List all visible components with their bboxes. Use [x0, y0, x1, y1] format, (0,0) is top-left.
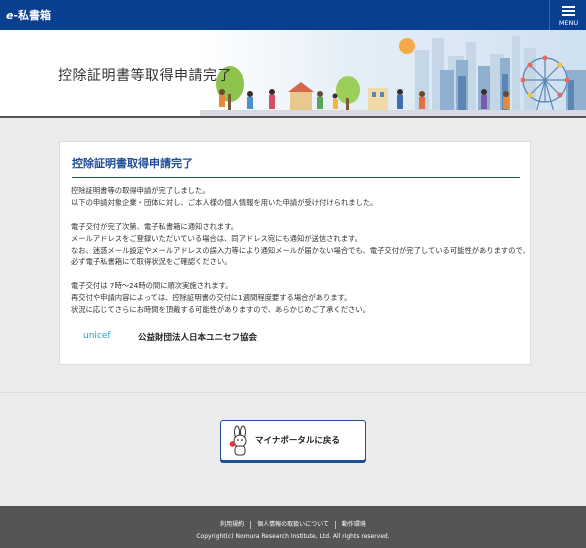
message-line: 以下の申請対象企業・団体に対し、ご本人様の個人情報を用いた申請が受け付けられまし…: [71, 197, 378, 207]
message-line: 必ず電子私書箱にて取得状況をご確認ください。: [71, 257, 232, 267]
page-footer: 利用規約 個人情報の取扱いについて 動作環境 Copyright(c) Nomura…: [0, 506, 586, 548]
privacy-link[interactable]: 個人情報の取扱いについて: [251, 521, 335, 528]
message-line: 電子交付は 7時〜24時の間に順次実施されます。: [71, 281, 233, 290]
mynaportal-mascot-icon: [229, 425, 247, 456]
unicef-logo: unicef: [83, 331, 111, 341]
section-divider: [0, 392, 586, 393]
message-line: 再交付や申請内容によっては、控除証明書の交付に1週間程度要する場合があります。: [71, 292, 352, 302]
copyright: Copyright(c) Nomura Research Institute, …: [196, 533, 390, 540]
page-title: 控除証明書等取得申請完了: [58, 68, 232, 84]
app-header: e-私書箱 MENU: [0, 0, 586, 30]
message-line: 電子交付が完了次第、電子私書箱に通知されます。: [71, 222, 239, 231]
organization-name: 公益財団法人日本ユニセフ協会: [138, 333, 258, 343]
message-line: 状況に応じてさらにお時間を頂戴する可能性がありますので、あらかじめご了承ください…: [71, 304, 370, 314]
completion-card: 控除証明書取得申請完了 控除証明書等の取得申請が完了しました。 以下の申請対象企…: [59, 141, 531, 365]
return-button-label: マイナポータルに戻る: [255, 436, 340, 446]
schedule-message: 電子交付は 7時〜24時の間に順次実施されます。 再交付や申請内容によっては、控…: [71, 280, 526, 315]
notification-message: 電子交付が完了次第、電子私書箱に通知されます。 メールアドレスをご登録いただいて…: [71, 221, 530, 268]
menu-button[interactable]: MENU: [549, 0, 586, 30]
card-title: 控除証明書取得申請完了: [72, 155, 520, 178]
hamburger-icon: [562, 6, 575, 16]
menu-label: MENU: [558, 19, 579, 27]
message-line: 控除証明書等の取得申請が完了しました。: [71, 186, 210, 195]
footer-links: 利用規約 個人情報の取扱いについて 動作環境: [0, 519, 586, 529]
city-illustration: [200, 30, 586, 116]
e-shishobako-logo[interactable]: e-私書箱: [6, 7, 51, 23]
message-line: なお、迷惑メール設定やメールアドレスの誤入力等により通知メールが届かない場合でも…: [71, 245, 530, 255]
hero-banner: 控除証明書等取得申請完了: [0, 30, 586, 118]
environment-link[interactable]: 動作環境: [336, 521, 372, 528]
terms-link[interactable]: 利用規約: [214, 521, 250, 528]
completion-message: 控除証明書等の取得申請が完了しました。 以下の申請対象企業・団体に対し、ご本人様…: [71, 185, 526, 209]
message-line: メールアドレスをご登録いただいている場合は、同アドレス宛にも通知が送信されます。: [71, 233, 362, 243]
return-to-mynaportal-button[interactable]: マイナポータルに戻る: [220, 420, 366, 461]
logo-text: -私書箱: [13, 9, 52, 22]
